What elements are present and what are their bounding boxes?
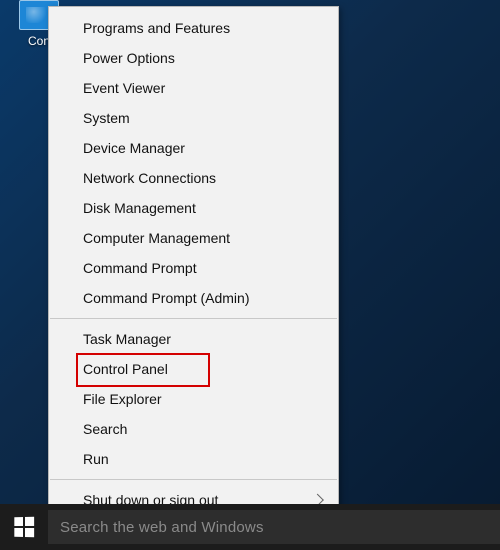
menu-item-search[interactable]: Search	[49, 414, 338, 444]
menu-item-label: Command Prompt (Admin)	[83, 290, 250, 306]
menu-item-computer-management[interactable]: Computer Management	[49, 223, 338, 253]
menu-item-label: Power Options	[83, 50, 175, 66]
menu-item-network-connections[interactable]: Network Connections	[49, 163, 338, 193]
menu-item-device-manager[interactable]: Device Manager	[49, 133, 338, 163]
menu-item-label: Programs and Features	[83, 20, 230, 36]
menu-item-command-prompt[interactable]: Command Prompt	[49, 253, 338, 283]
menu-item-label: Computer Management	[83, 230, 230, 246]
start-button[interactable]	[0, 504, 48, 550]
menu-item-label: Task Manager	[83, 331, 171, 347]
menu-item-label: File Explorer	[83, 391, 162, 407]
menu-item-label: Control Panel	[83, 361, 168, 377]
menu-item-programs-features[interactable]: Programs and Features	[49, 13, 338, 43]
menu-item-label: Command Prompt	[83, 260, 197, 276]
menu-item-command-prompt-admin[interactable]: Command Prompt (Admin)	[49, 283, 338, 313]
windows-logo-icon	[14, 517, 34, 537]
menu-separator	[50, 479, 337, 480]
menu-separator	[50, 318, 337, 319]
menu-item-task-manager[interactable]: Task Manager	[49, 324, 338, 354]
taskbar-search-placeholder: Search the web and Windows	[60, 519, 264, 536]
taskbar-search-box[interactable]: Search the web and Windows	[48, 510, 500, 544]
menu-item-label: Event Viewer	[83, 80, 165, 96]
menu-item-label: Network Connections	[83, 170, 216, 186]
menu-item-system[interactable]: System	[49, 103, 338, 133]
menu-item-label: Search	[83, 421, 127, 437]
winx-context-menu: Programs and Features Power Options Event …	[48, 6, 339, 550]
taskbar: Search the web and Windows	[0, 504, 500, 550]
menu-item-label: System	[83, 110, 130, 126]
menu-item-label: Run	[83, 451, 109, 467]
menu-item-label: Device Manager	[83, 140, 185, 156]
menu-item-label: Disk Management	[83, 200, 196, 216]
menu-item-run[interactable]: Run	[49, 444, 338, 474]
menu-item-event-viewer[interactable]: Event Viewer	[49, 73, 338, 103]
menu-item-power-options[interactable]: Power Options	[49, 43, 338, 73]
menu-item-disk-management[interactable]: Disk Management	[49, 193, 338, 223]
menu-item-control-panel[interactable]: Control Panel	[49, 354, 338, 384]
menu-item-file-explorer[interactable]: File Explorer	[49, 384, 338, 414]
